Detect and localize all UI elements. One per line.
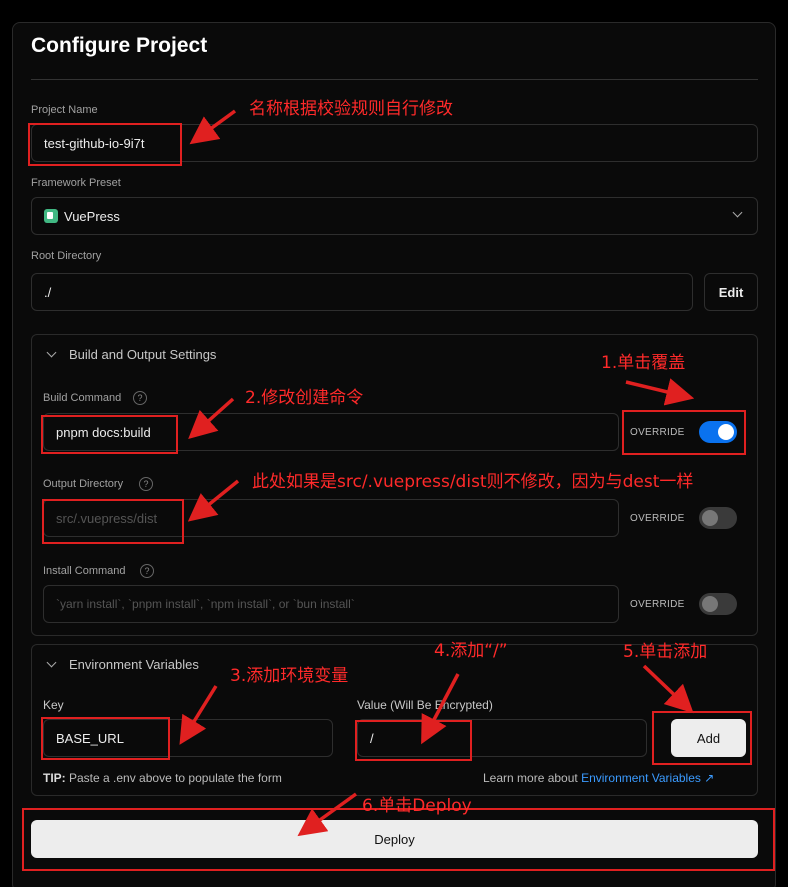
- annotation-box-add: [652, 711, 752, 765]
- environment-variables-link[interactable]: Environment Variables: [581, 771, 701, 785]
- page-title: Configure Project: [31, 34, 208, 57]
- env-learn-more: Learn more about Environment Variables ↗: [483, 771, 715, 785]
- annotation-step-5: 5.单击添加: [623, 642, 708, 662]
- install-command-input[interactable]: `yarn install`, `pnpm install`, `npm ins…: [43, 585, 619, 623]
- annotation-box-output-directory: [42, 499, 184, 544]
- build-output-settings-title[interactable]: Build and Output Settings: [69, 347, 216, 362]
- annotation-box-env-value: [355, 720, 472, 761]
- annotation-step-1: 1.单击覆盖: [601, 353, 686, 373]
- vuepress-logo-icon: [44, 209, 58, 223]
- annotation-rename: 名称根据校验规则自行修改: [249, 99, 453, 119]
- output-directory-override-label: OVERRIDE: [630, 513, 685, 524]
- environment-variables-title[interactable]: Environment Variables: [69, 657, 199, 672]
- annotation-box-override: [622, 410, 746, 455]
- annotation-step-3: 3.添加环境变量: [230, 666, 349, 686]
- annotation-box-project-name: [28, 123, 182, 166]
- build-command-label: Build Command: [43, 392, 122, 404]
- framework-preset-select[interactable]: VuePress: [31, 197, 758, 235]
- annotation-box-deploy: [22, 808, 775, 871]
- framework-preset-value: VuePress: [64, 208, 120, 224]
- project-name-label: Project Name: [31, 104, 98, 116]
- edit-root-directory-button[interactable]: Edit: [704, 273, 758, 311]
- annotation-box-env-key: [41, 717, 170, 760]
- external-link-icon: ↗: [704, 771, 715, 785]
- help-icon[interactable]: ?: [133, 391, 147, 405]
- env-value-label: Value (Will Be Encrypted): [357, 698, 493, 712]
- framework-preset-label: Framework Preset: [31, 177, 121, 189]
- help-icon[interactable]: ?: [140, 564, 154, 578]
- help-icon[interactable]: ?: [139, 477, 153, 491]
- root-directory-input[interactable]: ./: [31, 273, 693, 311]
- install-command-label: Install Command: [43, 565, 126, 577]
- annotation-output-note: 此处如果是src/.vuepress/dist则不修改，因为与dest一样: [252, 472, 694, 492]
- output-directory-override-toggle[interactable]: [699, 507, 737, 529]
- env-tip: TIP: Paste a .env above to populate the …: [43, 771, 282, 785]
- annotation-step-2: 2.修改创建命令: [245, 388, 364, 408]
- env-key-label: Key: [43, 698, 64, 712]
- install-command-override-label: OVERRIDE: [630, 599, 685, 610]
- install-command-override-toggle[interactable]: [699, 593, 737, 615]
- annotation-box-build-command: [41, 415, 178, 454]
- root-directory-label: Root Directory: [31, 250, 102, 262]
- output-directory-label: Output Directory: [43, 478, 124, 490]
- divider: [31, 79, 758, 80]
- annotation-step-4: 4.添加“/”: [434, 641, 508, 661]
- annotation-step-6: 6.单击Deploy: [362, 796, 472, 816]
